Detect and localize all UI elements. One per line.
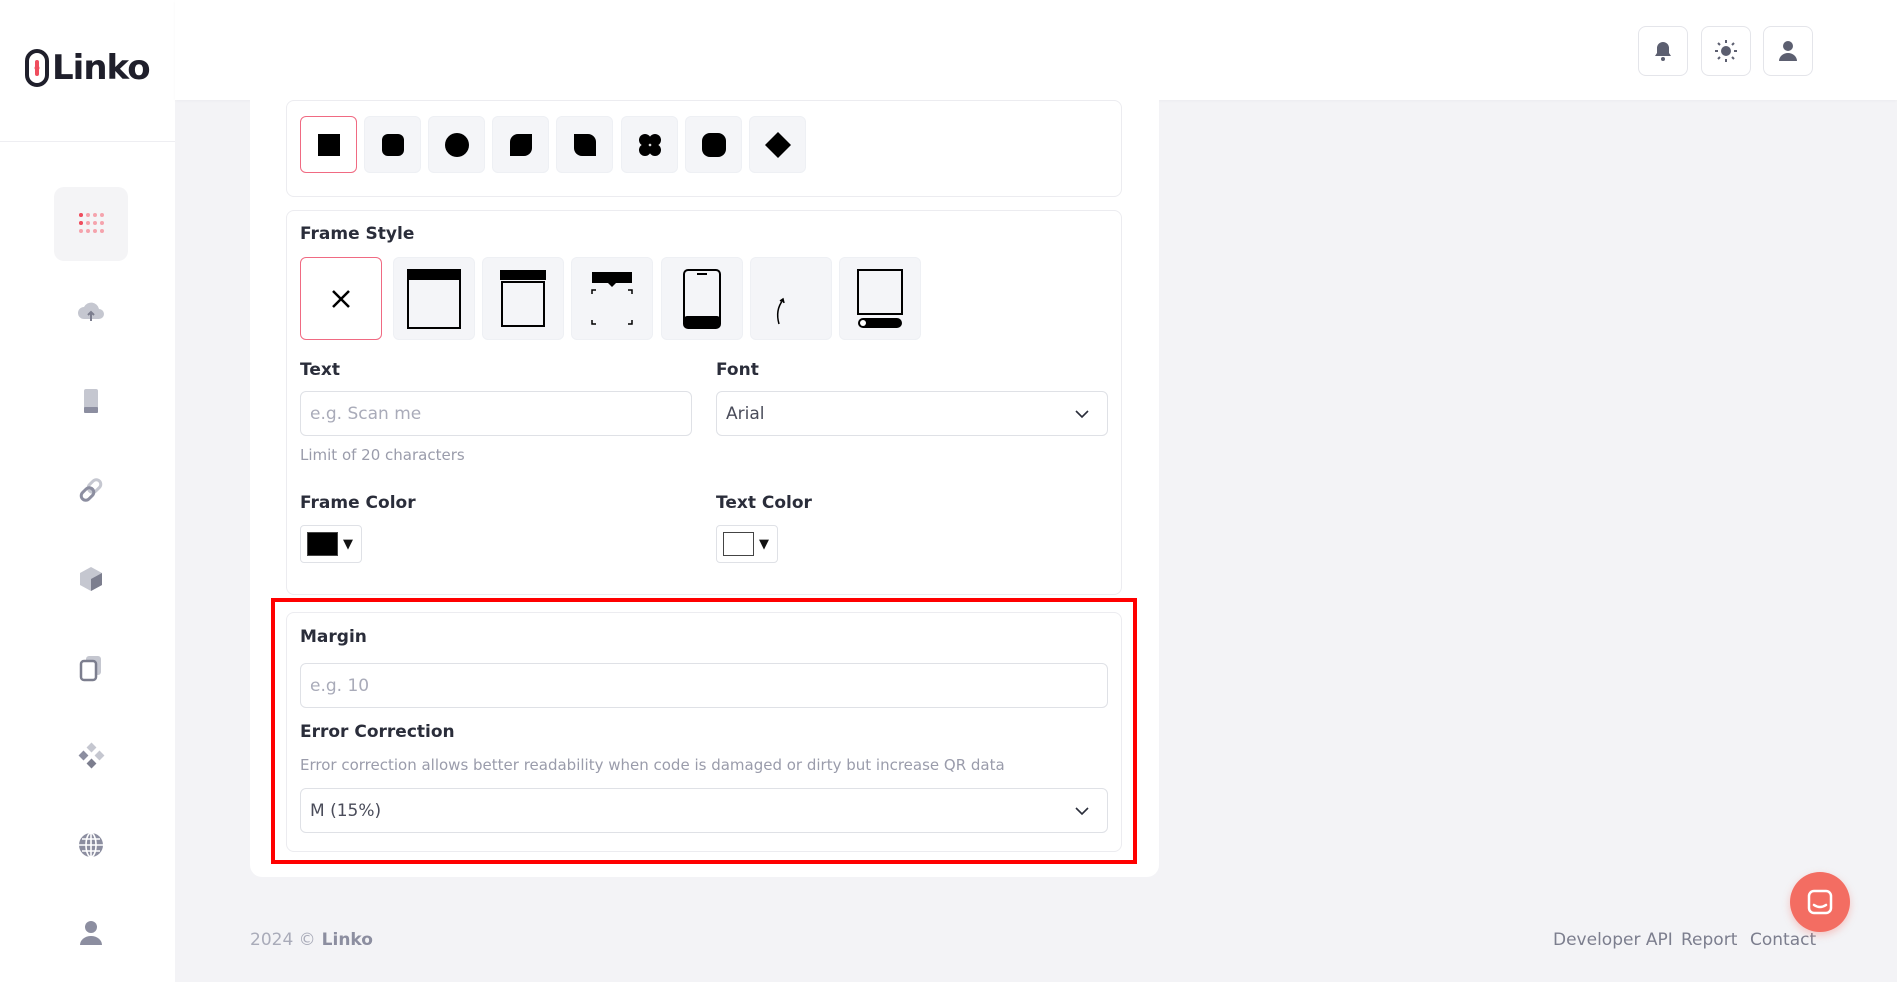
eye-shape-rounded-square[interactable]	[685, 116, 742, 173]
frame-speech-corners-icon	[591, 271, 633, 325]
top-header	[175, 0, 1897, 100]
bell-icon	[1655, 42, 1671, 61]
rounded-square-large-icon	[701, 132, 726, 157]
notifications-button[interactable]	[1638, 26, 1688, 76]
eye-shape-square[interactable]	[300, 116, 357, 173]
frame-color-swatch	[307, 532, 338, 556]
text-field-label: Text	[300, 360, 340, 380]
text-color-picker[interactable]: ▼	[716, 525, 778, 563]
caret-down-icon: ▼	[343, 536, 353, 552]
circle-shape-icon	[444, 132, 469, 157]
theme-toggle-button[interactable]	[1701, 26, 1751, 76]
eye-shape-diamond[interactable]	[749, 116, 806, 173]
footer-year: 2024 ©	[250, 930, 316, 950]
frame-phone-icon	[683, 268, 721, 329]
profile-button[interactable]	[1763, 26, 1813, 76]
logo[interactable]: Linko	[24, 48, 151, 88]
user-icon	[80, 921, 102, 945]
highlight-box	[271, 598, 1137, 864]
sidebar-divider	[0, 141, 175, 142]
footer-copyright: 2024 © Linko	[250, 930, 373, 950]
sidebar-item-links[interactable]	[54, 453, 128, 527]
frame-option-bottom-bar[interactable]	[839, 257, 921, 340]
link-icon	[79, 478, 103, 502]
font-field-label: Font	[716, 360, 759, 380]
frame-color-picker[interactable]: ▼	[300, 525, 362, 563]
logo-text: Linko	[52, 48, 151, 88]
frame-top-bar-icon	[407, 268, 461, 329]
user-icon	[1779, 41, 1797, 61]
cloud-upload-icon	[78, 302, 104, 321]
eye-shape-rounded[interactable]	[364, 116, 421, 173]
eye-shape-leaf-reverse[interactable]	[556, 116, 613, 173]
frame-text-input[interactable]	[300, 391, 692, 436]
frame-option-none[interactable]	[300, 257, 382, 340]
chat-widget-button[interactable]	[1790, 872, 1850, 932]
sidebar-item-mobile[interactable]	[54, 364, 128, 438]
sidebar-item-products[interactable]	[54, 542, 128, 616]
leaf-reverse-shape-icon	[573, 133, 596, 156]
text-limit-hint: Limit of 20 characters	[300, 446, 465, 464]
frame-option-speech-corners[interactable]	[571, 257, 653, 340]
square-shape-icon	[317, 133, 340, 156]
frame-style-label: Frame Style	[300, 224, 415, 244]
close-icon	[332, 289, 350, 308]
nodes-icon	[78, 742, 105, 769]
eye-shape-flower[interactable]	[621, 116, 678, 173]
frame-option-banner-top[interactable]	[482, 257, 564, 340]
frame-option-arrow[interactable]	[750, 257, 832, 340]
sidebar-item-upload[interactable]	[54, 276, 128, 350]
frame-bottom-bar-icon	[857, 268, 903, 328]
footer-link-report[interactable]: Report	[1681, 930, 1737, 950]
frame-option-phone[interactable]	[661, 257, 743, 340]
sidebar-item-domains[interactable]	[54, 808, 128, 882]
eye-shape-circle[interactable]	[428, 116, 485, 173]
frame-color-label: Frame Color	[300, 493, 416, 513]
frame-arrow-icon	[776, 297, 785, 324]
rounded-square-shape-icon	[381, 133, 404, 156]
logo-mark-icon	[25, 49, 49, 87]
font-select-value: Arial	[726, 403, 765, 424]
footer-brand[interactable]: Linko	[322, 930, 373, 950]
sidebar: Linko	[0, 0, 175, 982]
sidebar-item-integrations[interactable]	[54, 719, 128, 793]
chat-icon	[1807, 889, 1833, 915]
font-select[interactable]: Arial	[716, 391, 1108, 436]
sidebar-item-copies[interactable]	[54, 631, 128, 705]
copy-icon	[79, 656, 101, 682]
leaf-shape-icon	[509, 133, 532, 156]
text-color-label: Text Color	[716, 493, 812, 513]
phone-icon	[84, 389, 98, 413]
caret-down-icon: ▼	[759, 536, 769, 552]
globe-icon	[79, 832, 103, 858]
sidebar-item-dashboard[interactable]	[54, 187, 128, 261]
footer-link-developer-api[interactable]: Developer API	[1553, 930, 1673, 950]
chevron-down-icon	[1075, 409, 1089, 418]
frame-option-top-bar[interactable]	[393, 257, 475, 340]
eye-shape-leaf[interactable]	[492, 116, 549, 173]
diamond-shape-icon	[764, 131, 791, 158]
flower-shape-icon	[638, 133, 661, 156]
sun-icon	[1715, 40, 1737, 62]
text-color-swatch	[723, 532, 754, 556]
footer-link-contact[interactable]: Contact	[1750, 930, 1816, 950]
frame-banner-top-icon	[500, 269, 546, 327]
box-icon	[80, 567, 102, 591]
dashboard-grid-icon	[79, 213, 104, 233]
sidebar-item-account[interactable]	[54, 896, 128, 970]
